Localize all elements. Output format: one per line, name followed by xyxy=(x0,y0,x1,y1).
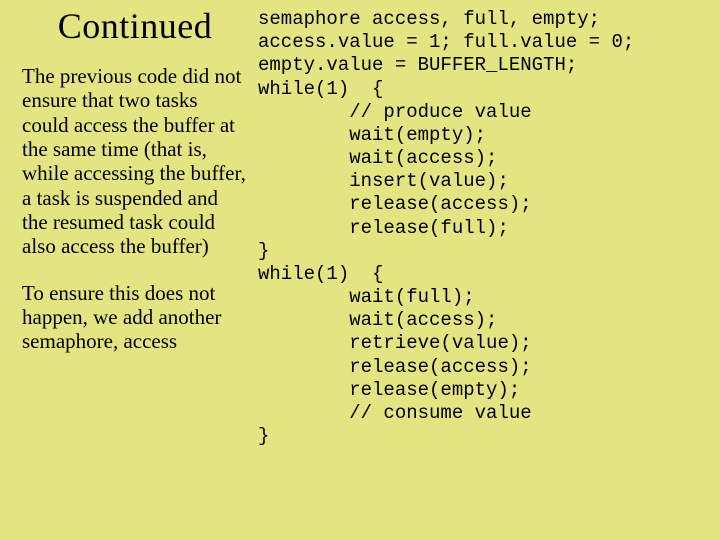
paragraph-1: The previous code did not ensure that tw… xyxy=(22,64,248,259)
slide: Continued The previous code did not ensu… xyxy=(0,0,720,540)
slide-title: Continued xyxy=(22,8,248,46)
code-block: semaphore access, full, empty; access.va… xyxy=(258,8,718,448)
left-column: Continued The previous code did not ensu… xyxy=(22,8,248,354)
body-text: The previous code did not ensure that tw… xyxy=(22,64,248,354)
paragraph-2: To ensure this does not happen, we add a… xyxy=(22,281,248,354)
